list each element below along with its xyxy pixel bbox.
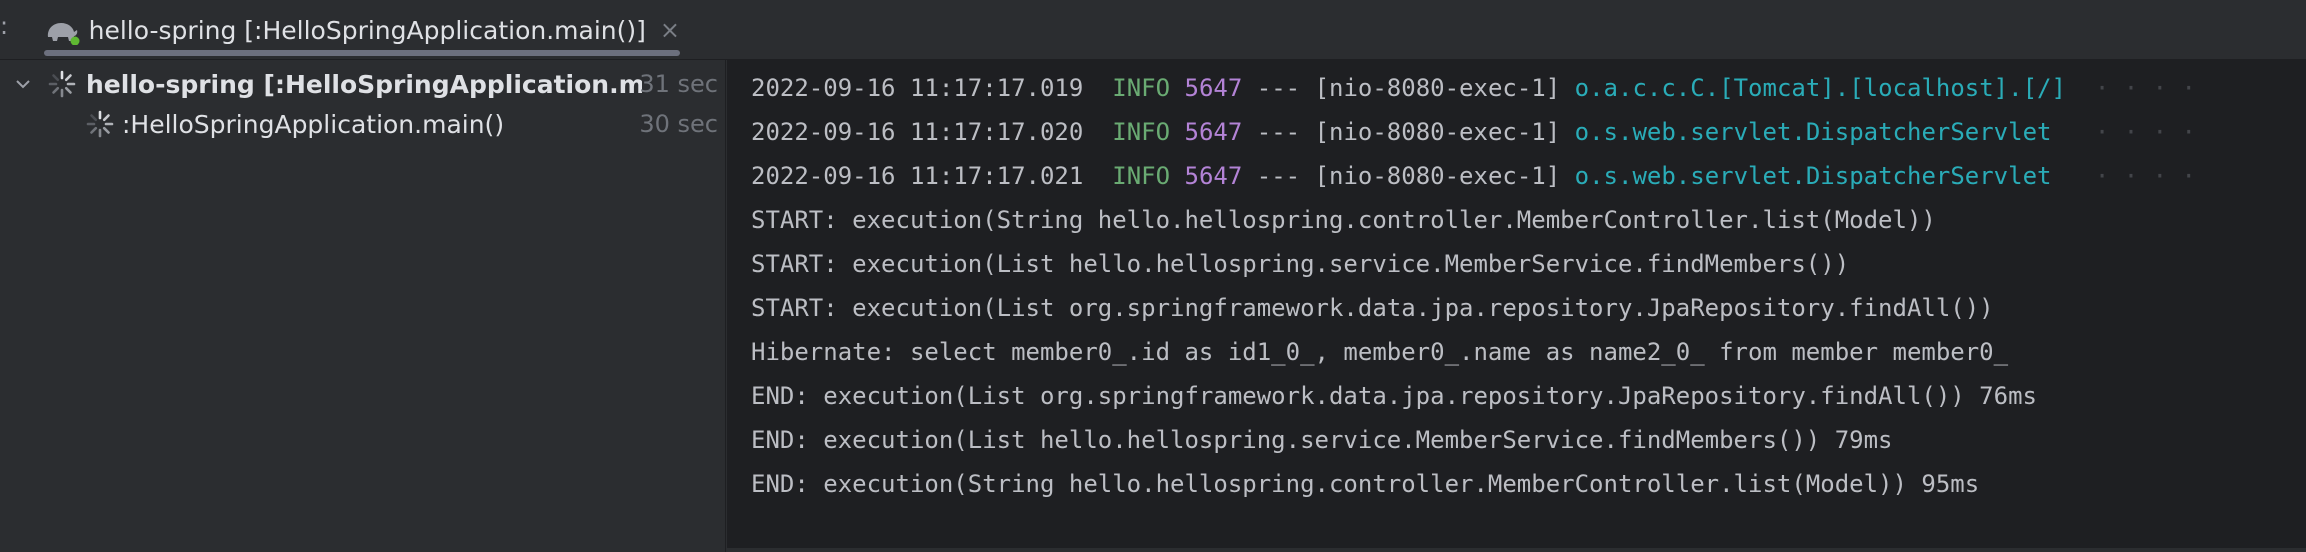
console-output[interactable]: 2022-09-16 11:17:17.019 INFO 5647 --- [n… [727, 60, 2306, 552]
run-tree-panel: hello-spring [:HelloSpringApplication.ma… [0, 60, 726, 552]
log-level: INFO [1112, 162, 1171, 190]
log-pid: 5647 [1184, 162, 1243, 190]
log-timestamp: 2022-09-16 11:17:17.020 [751, 118, 1084, 146]
tree-item-hello-spring[interactable]: hello-spring [:HelloSpringApplication.ma… [0, 64, 726, 104]
run-tab-label: hello-spring [:HelloSpringApplication.ma… [88, 15, 646, 45]
log-level: INFO [1112, 118, 1171, 146]
log-thread: [nio-8080-exec-1] [1314, 162, 1561, 190]
tree-item-duration: 30 sec [639, 110, 718, 138]
console-line: START: execution(List hello.hellospring.… [751, 250, 1850, 278]
tree-item-main[interactable]: :HelloSpringApplication.main() 30 sec [0, 104, 726, 144]
log-thread: [nio-8080-exec-1] [1314, 118, 1561, 146]
log-line: 2022-09-16 11:17:17.020 INFO 5647 --- [n… [751, 110, 2196, 154]
console-line: START: execution(String hello.hellosprin… [751, 206, 1936, 234]
truncation-dots: · · · · [2051, 162, 2196, 190]
log-line: 2022-09-16 11:17:17.019 INFO 5647 --- [n… [751, 66, 2196, 110]
log-line: 2022-09-16 11:17:17.021 INFO 5647 --- [n… [751, 154, 2196, 198]
log-timestamp: 2022-09-16 11:17:17.019 [751, 74, 1084, 102]
chevron-down-icon[interactable] [12, 73, 34, 95]
console-line: END: execution(List org.springframework.… [751, 382, 2037, 410]
log-logger[interactable]: o.s.web.servlet.DispatcherServlet [1575, 162, 2052, 190]
log-separator: --- [1256, 118, 1301, 146]
log-pid: 5647 [1184, 118, 1243, 146]
gradle-elephant-icon [44, 12, 81, 48]
active-tab-indicator [44, 50, 680, 56]
tabbar-prefix: : [0, 12, 9, 40]
close-tab-icon[interactable]: × [660, 16, 680, 44]
console-bottom-edge [727, 548, 2306, 552]
log-separator: --- [1256, 74, 1301, 102]
console-line: Hibernate: select member0_.id as id1_0_,… [751, 338, 2009, 366]
console-line: END: execution(List hello.hellospring.se… [751, 426, 1893, 454]
log-timestamp: 2022-09-16 11:17:17.021 [751, 162, 1084, 190]
console-line: START: execution(List org.springframewor… [751, 294, 1994, 322]
tree-item-label: :HelloSpringApplication.main() [122, 109, 505, 139]
console-line: END: execution(String hello.hellospring.… [751, 470, 1980, 498]
truncation-dots: · · · · [2051, 118, 2196, 146]
log-pid: 5647 [1184, 74, 1243, 102]
log-logger[interactable]: o.a.c.c.C.[Tomcat].[localhost].[/] [1575, 74, 2066, 102]
log-separator: --- [1256, 162, 1301, 190]
run-tool-window: : hello-spring [:HelloSpringApplication.… [0, 0, 2306, 552]
tree-item-duration: 31 sec [639, 70, 718, 98]
log-thread: [nio-8080-exec-1] [1314, 74, 1561, 102]
truncation-dots: · · · · [2065, 74, 2196, 102]
tree-item-label: hello-spring [:HelloSpringApplication.ma… [86, 69, 642, 99]
log-level: INFO [1112, 74, 1171, 102]
log-logger[interactable]: o.s.web.servlet.DispatcherServlet [1575, 118, 2052, 146]
spinner-icon [86, 110, 114, 138]
spinner-icon [48, 70, 76, 98]
run-tab-bar: : hello-spring [:HelloSpringApplication.… [0, 0, 2306, 60]
